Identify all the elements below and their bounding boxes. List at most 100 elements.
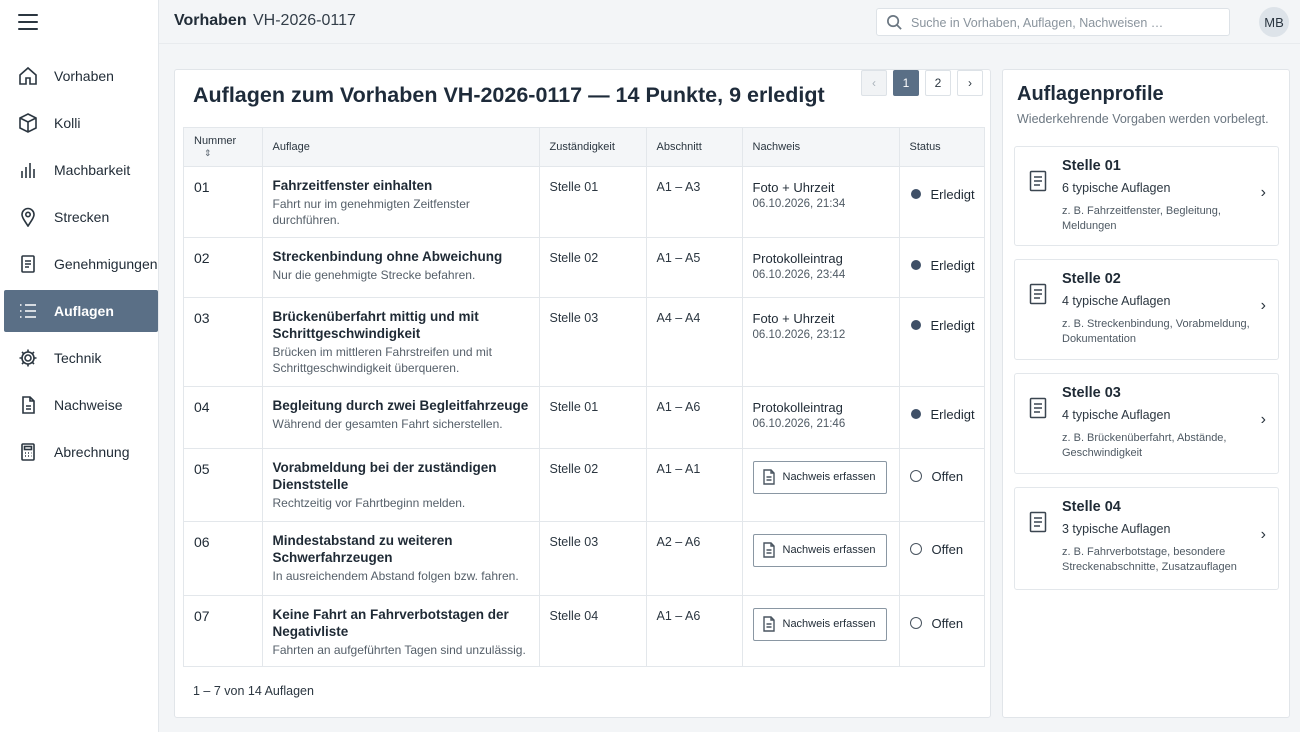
nachweis-type: Foto + Uhrzeit xyxy=(752,179,835,195)
sidebar-item-label: Vorhaben xyxy=(54,68,114,84)
table-row[interactable]: 04 Begleitung durch zwei Begleitfahrzeug… xyxy=(184,386,984,449)
nachweis-type: Protokolleintrag xyxy=(752,250,843,266)
sidebar-item-strecken[interactable]: Strecken xyxy=(4,196,158,238)
abschnitt-cell: A1 – A3 xyxy=(656,179,701,194)
breadcrumb-root[interactable]: Vorhaben xyxy=(174,12,247,30)
sidebar-item-abrechnung[interactable]: Abrechnung xyxy=(4,431,158,473)
auflagen-table: Nummer⇕ Auflage Zuständigkeit Abschnitt … xyxy=(183,127,985,667)
file-icon xyxy=(762,616,775,632)
nachweis-erfassen-button[interactable]: Nachweis erfassen xyxy=(752,607,887,641)
auflage-description: Rechtzeitig vor Fahrtbeginn melden. xyxy=(272,495,466,510)
pagination-count: 1 – 7 von 14 Auflagen xyxy=(193,684,314,698)
document-icon xyxy=(1029,170,1047,192)
document-icon xyxy=(1029,511,1047,533)
top-bar: Vorhaben VH-2026-0117 MB xyxy=(159,0,1300,44)
profile-examples: z. B. Streckenbindung, Vorabmeldung, Dok… xyxy=(1062,318,1250,345)
stelle-cell: Stelle 01 xyxy=(549,179,599,194)
sidebar-item-genehmigungen[interactable]: Genehmigungen xyxy=(4,243,158,285)
column-header-nummer[interactable]: Nummer⇕ xyxy=(184,128,263,167)
row-number: 04 xyxy=(184,386,263,449)
status-open-dot xyxy=(909,617,922,629)
nachweis-time: 06.10.2026, 21:34 xyxy=(752,197,846,210)
table-row[interactable]: 06 Mindestabstand zu weiteren Schwerfahr… xyxy=(184,521,984,596)
abschnitt-cell: A1 – A5 xyxy=(656,250,701,265)
abschnitt-cell: A2 – A6 xyxy=(656,534,701,549)
home-icon xyxy=(18,66,38,86)
status-done-dot xyxy=(910,320,921,330)
document-icon xyxy=(1029,397,1047,419)
column-header-auflage: Auflage xyxy=(262,128,540,167)
sidebar-item-nachweise[interactable]: Nachweise xyxy=(4,384,158,426)
table-row[interactable]: 01 Fahrzeitfenster einhalten Fahrt nur im… xyxy=(184,166,984,238)
chevron-right-icon: › xyxy=(1260,184,1266,201)
document-icon xyxy=(1029,283,1047,305)
profile-card-stelle-04[interactable]: Stelle 04 3 typische Auflagen z. B. Fahr… xyxy=(1014,487,1279,590)
calculator-icon xyxy=(18,442,38,462)
chevron-right-icon: › xyxy=(1260,297,1266,314)
search-input[interactable] xyxy=(911,13,1221,33)
column-header-zustaendigkeit: Zuständigkeit xyxy=(539,128,647,167)
status-badge: Erledigt xyxy=(910,248,977,273)
profile-examples: z. B. Fahrzeitfenster, Begleitung, Meldu… xyxy=(1062,205,1221,232)
chevron-right-icon: › xyxy=(1260,411,1266,428)
sidebar-item-label: Technik xyxy=(54,350,102,366)
auflage-description: Während der gesamten Fahrt sicherstellen… xyxy=(272,416,503,431)
panel-title: Auflagenprofile xyxy=(1017,83,1164,105)
profile-count: 4 typische Auflagen xyxy=(1062,408,1171,422)
auflage-title: Streckenbindung ohne Abweichung xyxy=(272,248,503,264)
sidebar-item-auflagen[interactable]: Auflagen xyxy=(4,290,158,332)
table-row[interactable]: 05 Vorabmeldung bei der zuständigen Dien… xyxy=(184,448,984,522)
avatar[interactable]: MB xyxy=(1259,7,1289,37)
profile-card-stelle-02[interactable]: Stelle 02 4 typische Auflagen z. B. Stre… xyxy=(1014,259,1279,360)
profile-card-stelle-01[interactable]: Stelle 01 6 typische Auflagen z. B. Fahr… xyxy=(1014,146,1279,246)
menu-icon[interactable] xyxy=(18,14,38,30)
table-row[interactable]: 07 Keine Fahrt an Fahrverbotstagen der N… xyxy=(184,595,984,666)
nachweis-erfassen-button[interactable]: Nachweis erfassen xyxy=(752,460,887,494)
stelle-cell: Stelle 04 xyxy=(549,608,599,623)
sidebar-item-label: Strecken xyxy=(54,209,110,225)
pagination-page-1[interactable]: 1 xyxy=(893,70,919,96)
status-done-dot xyxy=(910,260,921,270)
status-badge: Erledigt xyxy=(910,308,977,333)
pagination-prev-button[interactable]: ‹ xyxy=(861,70,887,96)
bar-chart-icon xyxy=(18,160,38,180)
status-badge: Offen xyxy=(909,606,977,631)
profile-examples: z. B. Brückenüberfahrt, Abstände, Geschw… xyxy=(1062,432,1227,459)
list-icon xyxy=(18,301,38,321)
file-icon xyxy=(762,469,775,485)
pagination-page-2[interactable]: 2 xyxy=(925,70,951,96)
sidebar-item-technik[interactable]: Technik xyxy=(4,337,158,379)
profile-card-stelle-03[interactable]: Stelle 03 4 typische Auflagen z. B. Brüc… xyxy=(1014,373,1279,474)
sidebar-item-vorhaben[interactable]: Vorhaben xyxy=(4,55,158,97)
auflage-title: Begleitung durch zwei Begleitfahrzeuge xyxy=(272,397,529,413)
sort-icon[interactable]: ⇕ xyxy=(204,148,212,159)
nachweis-erfassen-button[interactable]: Nachweis erfassen xyxy=(752,533,887,567)
column-header-nachweis: Nachweis xyxy=(742,128,900,167)
row-number: 03 xyxy=(184,297,263,387)
profile-count: 6 typische Auflagen xyxy=(1062,181,1171,195)
profile-examples: z. B. Fahrverbotstage, besondere Strecke… xyxy=(1062,546,1237,573)
nachweis-type: Protokolleintrag xyxy=(752,399,843,415)
status-badge: Offen xyxy=(909,459,977,484)
stelle-cell: Stelle 03 xyxy=(549,310,599,325)
chevron-right-icon: › xyxy=(1260,526,1266,543)
auflage-title: Mindestabstand zu weiteren Schwerfahrzeu… xyxy=(272,532,453,565)
sidebar-item-label: Nachweise xyxy=(54,397,123,413)
auflage-description: Fahrten an aufgeführten Tagen sind unzul… xyxy=(272,642,526,657)
file-icon xyxy=(762,542,775,558)
column-header-status: Status xyxy=(899,128,984,167)
panel-subtitle: Wiederkehrende Vorgaben werden vorbelegt… xyxy=(1017,112,1269,126)
status-badge: Erledigt xyxy=(910,397,977,422)
auflage-title: Vorabmeldung bei der zuständigen Diensts… xyxy=(272,459,497,492)
table-row[interactable]: 02 Streckenbindung ohne Abweichung Nur di… xyxy=(184,237,984,298)
sidebar-item-kolli[interactable]: Kolli xyxy=(4,102,158,144)
column-header-abschnitt: Abschnitt xyxy=(646,128,743,167)
pagination-next-button[interactable]: › xyxy=(957,70,983,96)
sidebar-item-label: Genehmigungen xyxy=(54,256,158,272)
auflage-title: Fahrzeitfenster einhalten xyxy=(272,177,433,193)
profile-name: Stelle 03 xyxy=(1062,385,1121,401)
table-row[interactable]: 03 Brückenüberfahrt mittig und mit Schri… xyxy=(184,297,984,387)
stelle-cell: Stelle 01 xyxy=(549,399,599,414)
sidebar-item-machbarkeit[interactable]: Machbarkeit xyxy=(4,149,158,191)
sidebar-item-label: Machbarkeit xyxy=(54,162,131,178)
